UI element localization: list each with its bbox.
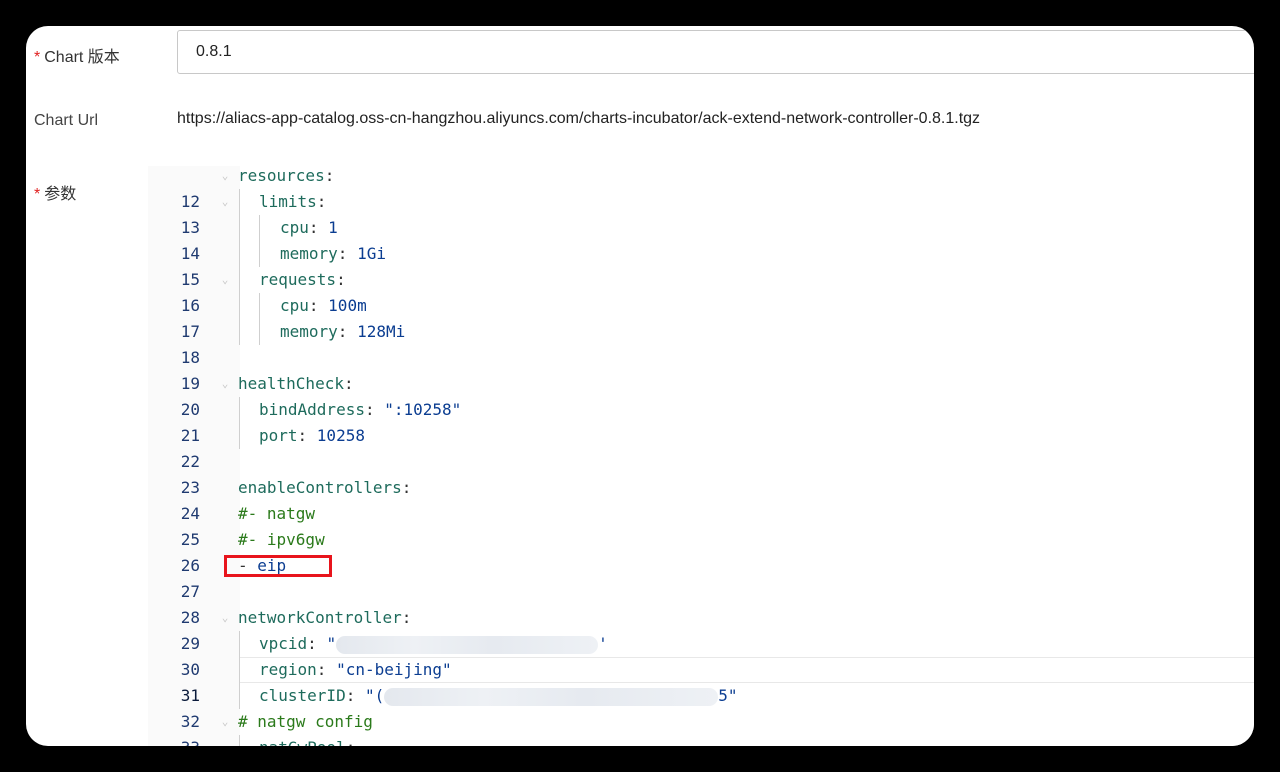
code-line: 25 #- natgw bbox=[180, 504, 316, 549]
fold-chevron-icon[interactable]: ⌄ bbox=[218, 189, 232, 215]
required-mark: * bbox=[34, 186, 41, 203]
fold-chevron-icon[interactable]: ⌄ bbox=[218, 267, 232, 293]
code-line: 24 enableControllers: bbox=[180, 478, 412, 523]
code-line: 19 bbox=[180, 374, 200, 393]
params-label: * 参数 bbox=[34, 186, 77, 203]
fold-chevron-icon[interactable]: ⌄ bbox=[218, 371, 232, 397]
chart-version-label: * Chart 版本 bbox=[34, 49, 120, 66]
fold-chevron-icon[interactable]: ⌄ bbox=[218, 709, 232, 735]
chart-url-label: Chart Url bbox=[34, 112, 99, 129]
code-line: 23 bbox=[180, 478, 200, 497]
chart-url-value: https://aliacs-app-catalog.oss-cn-hangzh… bbox=[177, 110, 981, 127]
code-line: 13 ⌄ limits: bbox=[148, 189, 1254, 237]
code-line: 28 bbox=[180, 608, 200, 627]
fold-chevron-icon[interactable]: ⌄ bbox=[218, 166, 232, 189]
code-line: 26 #- ipv6gw bbox=[180, 530, 325, 575]
code-line: 34 natGwPool: bbox=[148, 735, 1254, 746]
eip-highlight-box bbox=[224, 555, 332, 577]
fold-chevron-icon[interactable]: ⌄ bbox=[218, 605, 232, 631]
code-line-active: 31 region: "cn-beijing" bbox=[148, 657, 1254, 705]
code-line: 20 ⌄ healthCheck: bbox=[148, 371, 1254, 419]
code-line: 21 bindAddress: ":10258" bbox=[148, 397, 1254, 445]
yaml-code-editor[interactable]: 12 ⌄ resources: 13 ⌄ limits: 14 cpu: 1 1… bbox=[148, 166, 1254, 746]
code-line: 14 cpu: 1 bbox=[148, 215, 1254, 263]
code-line: 17 cpu: 100m bbox=[148, 293, 1254, 341]
code-line: 33 ⌄ # natgw config bbox=[148, 709, 1254, 746]
required-mark: * bbox=[34, 49, 41, 66]
code-line: 16 ⌄ requests: bbox=[148, 267, 1254, 315]
code-line: 15 memory: 1Gi bbox=[148, 241, 1254, 289]
app-window: * Chart 版本 0.8.1 Chart Url https://aliacs… bbox=[26, 26, 1254, 746]
code-line: 29 ⌄ networkController: bbox=[148, 605, 1254, 653]
redacted-blur bbox=[336, 635, 599, 654]
code-line: 30 vpcid: " ' bbox=[148, 631, 1254, 679]
code-line: 32 clusterID: "(5" bbox=[148, 683, 1254, 731]
chart-version-input[interactable]: 0.8.1 bbox=[177, 30, 1254, 74]
code-line: 22 port: 10258 bbox=[148, 423, 1254, 471]
code-line: 18 memory: 128Mi bbox=[148, 319, 1254, 367]
redacted-blur bbox=[384, 687, 719, 706]
code-line: 12 ⌄ resources: bbox=[148, 166, 1254, 211]
